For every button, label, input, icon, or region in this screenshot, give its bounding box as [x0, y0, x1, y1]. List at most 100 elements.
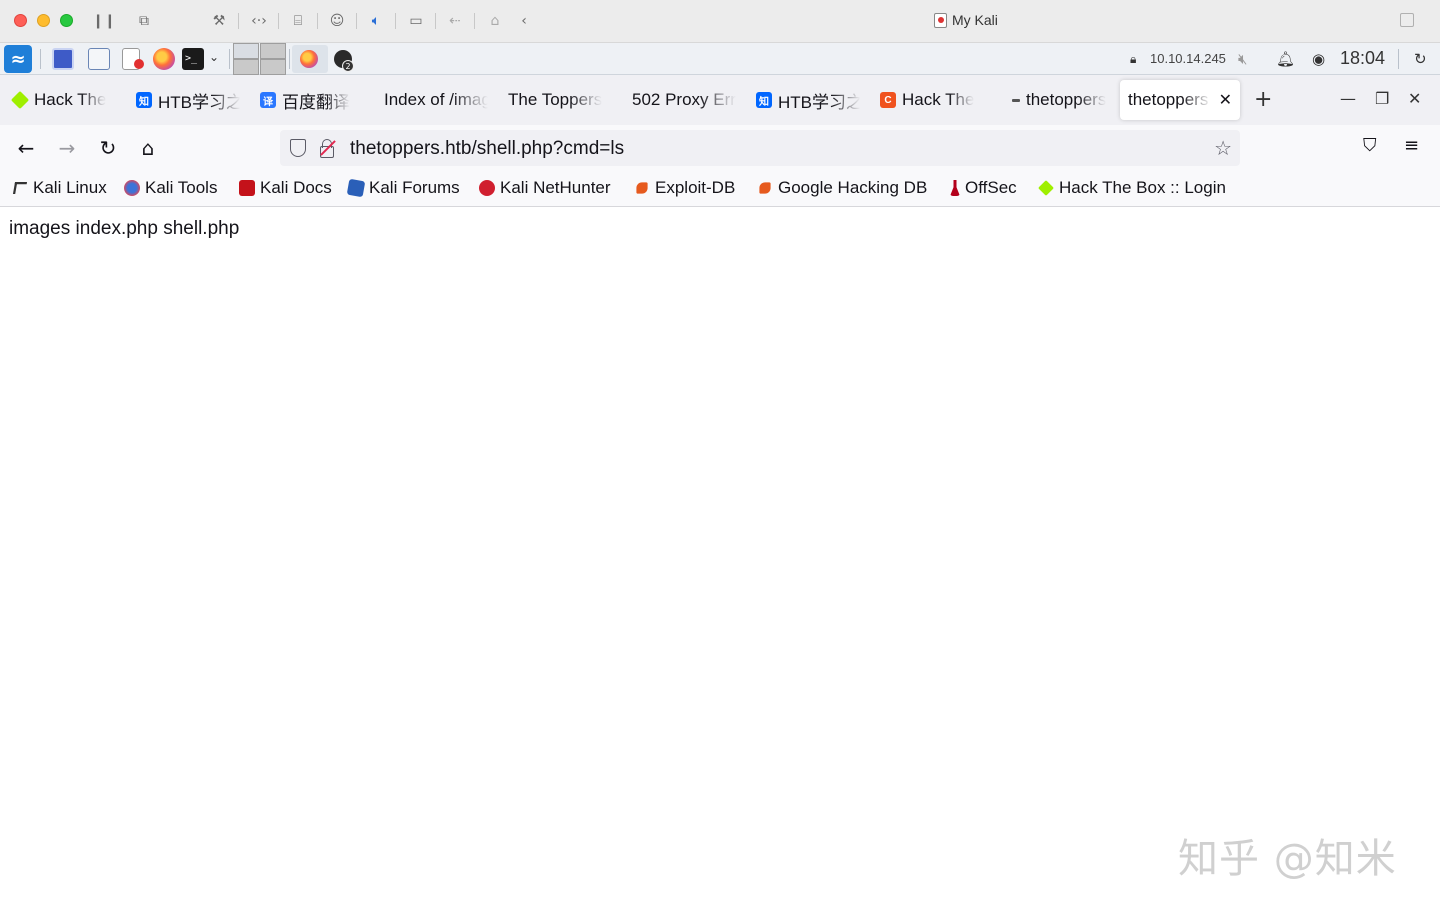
firefox-task-icon	[300, 50, 318, 68]
zhihu-icon: 知	[136, 92, 152, 108]
tab-label: Index of /images	[384, 90, 488, 109]
forward-arrow-icon[interactable]: →	[55, 136, 79, 160]
toolbar-divider	[356, 13, 357, 29]
drive-icon[interactable]: ⌸	[288, 11, 308, 31]
bookmark-hack-the-box-login[interactable]: Hack The Box :: Login	[1038, 178, 1226, 198]
window-close-button[interactable]	[14, 14, 27, 27]
tab-index-of-images[interactable]: Index of /images	[376, 80, 496, 120]
bookmark-label: Kali Docs	[260, 178, 332, 197]
panel-divider	[289, 49, 290, 69]
tab-label: 502 Proxy Error	[632, 90, 736, 109]
maximize-icon[interactable]: ❐	[1375, 89, 1389, 108]
tab-label: thetoppers	[1128, 90, 1209, 109]
usb-icon[interactable]: ⇠	[445, 11, 465, 31]
tab-htb-zhihu-2[interactable]: 知 HTB学习之	[748, 80, 868, 120]
text-editor-badge-icon	[134, 59, 144, 69]
logout-icon[interactable]: ↻	[1414, 50, 1427, 68]
minimize-icon[interactable]: —	[1340, 89, 1356, 108]
window-minimize-button[interactable]	[37, 14, 50, 27]
url-text[interactable]: thetoppers.htb/shell.php?cmd=ls	[350, 138, 624, 160]
workspace-1[interactable]	[233, 43, 259, 59]
workspace-4[interactable]	[260, 59, 286, 75]
network-ip-label: 10.10.14.245	[1150, 51, 1226, 66]
toolbar-divider	[435, 13, 436, 29]
chevron-down-icon[interactable]: ⌄	[209, 50, 219, 64]
chevron-left-icon[interactable]: ‹	[514, 11, 534, 31]
tab-hack-the-box[interactable]: Hack The	[4, 80, 124, 120]
workspace-3[interactable]	[233, 59, 259, 75]
bookmark-kali-nethunter[interactable]: Kali NetHunter	[479, 178, 611, 198]
tab-baidu-translate[interactable]: 译 百度翻译	[252, 80, 372, 120]
panel-divider	[40, 49, 41, 69]
dash-icon	[1012, 98, 1020, 102]
terminal-launcher-icon[interactable]: >_	[182, 48, 204, 70]
command-output-text: images index.php shell.php	[9, 218, 240, 239]
offsec-icon	[950, 180, 960, 196]
firefox-launcher-icon[interactable]	[153, 48, 175, 70]
window-restore-icon[interactable]	[1400, 13, 1414, 27]
tab-label: Hack The	[902, 90, 975, 109]
new-tab-button[interactable]: +	[1254, 89, 1272, 111]
tab-close-icon[interactable]: ✕	[1219, 90, 1232, 110]
reload-icon[interactable]: ↻	[96, 136, 120, 160]
bookmark-offsec[interactable]: OffSec	[950, 178, 1017, 198]
toolbar-divider	[317, 13, 318, 29]
kali-docs-icon	[239, 180, 255, 196]
zhihu-icon: 知	[756, 92, 772, 108]
home-icon[interactable]: ⌂	[136, 136, 160, 160]
close-icon[interactable]: ✕	[1408, 89, 1421, 108]
file-manager-icon[interactable]	[88, 48, 110, 70]
tracking-protection-shield-icon[interactable]	[290, 139, 306, 157]
tab-htb-zhihu[interactable]: 知 HTB学习之	[128, 80, 248, 120]
page-content: images index.php shell.php 知乎 @知米	[0, 208, 1440, 907]
vpn-lock-icon[interactable]: 🔒︎	[1130, 52, 1144, 66]
window-zoom-button[interactable]	[60, 14, 73, 27]
tab-label: HTB学习之	[158, 92, 240, 112]
kali-panel: ≈ >_ ⌄ 🔒︎ 10.10.14.245 🔇︎ 🔔︎ ◉ 18:04 ↻	[0, 43, 1440, 75]
code-icon[interactable]: ‹·›	[249, 11, 269, 31]
browser-tab-strip: Hack The 知 HTB学习之 译 百度翻译 Index of /image…	[0, 75, 1440, 125]
panel-clock[interactable]: 18:04	[1340, 48, 1385, 69]
tab-label: thetoppers	[1026, 90, 1107, 109]
tab-the-toppers[interactable]: The Toppers	[500, 80, 620, 120]
url-bar[interactable]: thetoppers.htb/shell.php?cmd=ls ☆	[280, 130, 1240, 166]
htb-cube-icon	[10, 90, 30, 110]
wrench-icon[interactable]: ⚒	[209, 11, 229, 31]
snapshot-icon[interactable]: ⧉	[134, 11, 154, 31]
notification-bell-icon[interactable]: 🔔︎	[1276, 50, 1295, 68]
vm-window-title-text: My Kali	[952, 12, 998, 28]
shared-folder-icon[interactable]: ⌂	[485, 11, 505, 31]
volume-muted-icon[interactable]: 🔇︎	[1238, 50, 1247, 68]
bookmark-exploit-db[interactable]: Exploit-DB	[634, 178, 735, 198]
kali-menu-icon[interactable]: ≈	[4, 45, 32, 73]
nethunter-icon	[479, 180, 495, 196]
kali-dragon-icon	[12, 182, 28, 194]
panel-divider	[1398, 49, 1399, 69]
back-arrow-icon[interactable]: ←	[14, 136, 38, 160]
tab-thetoppers-active[interactable]: thetoppers ✕	[1120, 80, 1240, 120]
bookmark-kali-tools[interactable]: Kali Tools	[124, 178, 217, 198]
panel-divider	[229, 49, 230, 69]
user-icon[interactable]: ☺	[327, 11, 347, 31]
toolbar-divider	[238, 13, 239, 29]
tab-thetoppers[interactable]: thetoppers	[1004, 80, 1118, 120]
bookmark-star-icon[interactable]: ☆	[1214, 136, 1232, 160]
speaker-icon[interactable]: 🔈︎	[366, 11, 386, 31]
google-hacking-db-icon	[759, 182, 771, 194]
bookmark-kali-linux[interactable]: Kali Linux	[12, 178, 107, 198]
hamburger-menu-icon[interactable]: ≡	[1404, 135, 1419, 156]
bookmark-kali-docs[interactable]: Kali Docs	[239, 178, 332, 198]
pocket-icon[interactable]: ⛉	[1363, 135, 1377, 156]
show-desktop-icon[interactable]	[52, 48, 74, 70]
c-icon: C	[880, 92, 896, 108]
bookmark-label: Kali Forums	[369, 178, 460, 197]
tab-hack-the-c[interactable]: C Hack The	[872, 80, 992, 120]
workspace-2[interactable]	[260, 43, 286, 59]
tab-502-proxy-error[interactable]: 502 Proxy Error	[624, 80, 744, 120]
pause-icon[interactable]: ❙❙	[92, 11, 115, 31]
power-status-icon[interactable]: ◉	[1312, 50, 1325, 68]
toolbar-divider	[278, 13, 279, 29]
bookmark-kali-forums[interactable]: Kali Forums	[346, 178, 460, 198]
camera-icon[interactable]: ▭	[406, 11, 426, 31]
bookmark-google-hacking-db[interactable]: Google Hacking DB	[757, 178, 927, 198]
